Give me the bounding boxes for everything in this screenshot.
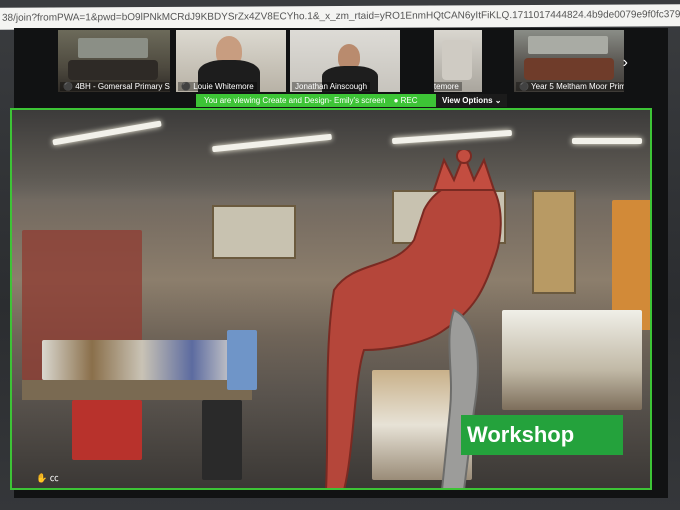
participant-tile[interactable]: ⚫ Louie Whitemore	[176, 30, 286, 92]
participant-name: louie Whitemore	[434, 82, 462, 91]
red-cabinet	[72, 400, 142, 460]
participant-name: Jonathan Ainscough	[292, 82, 371, 91]
participant-name: ⚫ 4BH - Gomersal Primary School	[60, 82, 170, 91]
view-options-button[interactable]: View Options ⌄	[436, 94, 508, 107]
ceiling-light	[572, 138, 642, 144]
participant-tile[interactable]: Jonathan Ainscough	[290, 30, 400, 92]
zoom-window: ⚫ 4BH - Gomersal Primary School ⚫ Louie …	[10, 28, 668, 498]
bottom-controls: ✋ ㏄	[36, 471, 59, 484]
workshop-label: Workshop	[461, 415, 623, 455]
participant-tile[interactable]: ⚫ Year 5 Meltham Moor Primary	[514, 30, 624, 92]
address-bar[interactable]: 38/join?fromPWA=1&pwd=bO9lPNkMCRdJ9KBDYS…	[0, 4, 680, 30]
stool	[202, 400, 242, 480]
mic-muted-icon: ⚫	[519, 82, 529, 91]
participant-name: ⚫ Louie Whitemore	[178, 82, 257, 91]
mic-muted-icon: ⚫	[63, 82, 73, 91]
clutter	[502, 310, 642, 410]
viewing-text: You are viewing Create and Design- Emily…	[204, 96, 386, 105]
participant-tile[interactable]: ⚫ 4BH - Gomersal Primary School	[58, 30, 170, 92]
shared-screen: Workshop ✋ ㏄	[10, 108, 652, 490]
workbench	[22, 380, 252, 400]
workshop-window	[532, 190, 576, 294]
hand-icon[interactable]: ✋	[36, 473, 47, 483]
participant-name: ⚫ Year 5 Meltham Moor Primary	[516, 82, 624, 91]
monitor-photo: 38/join?fromPWA=1&pwd=bO9lPNkMCRdJ9KBDYS…	[0, 0, 680, 510]
viewing-banner: You are viewing Create and Design- Emily…	[196, 94, 436, 107]
participant-tile[interactable]: louie Whitemore	[434, 30, 482, 92]
workshop-window	[212, 205, 296, 259]
chevron-right-icon[interactable]: ›	[623, 54, 628, 72]
rec-indicator: ● REC	[393, 96, 418, 105]
clutter	[42, 340, 242, 380]
participant-gallery: ⚫ 4BH - Gomersal Primary School ⚫ Louie …	[54, 28, 654, 94]
cc-icon[interactable]: ㏄	[50, 473, 59, 483]
blue-cloth	[227, 330, 257, 390]
mic-muted-icon: ⚫	[181, 82, 191, 91]
